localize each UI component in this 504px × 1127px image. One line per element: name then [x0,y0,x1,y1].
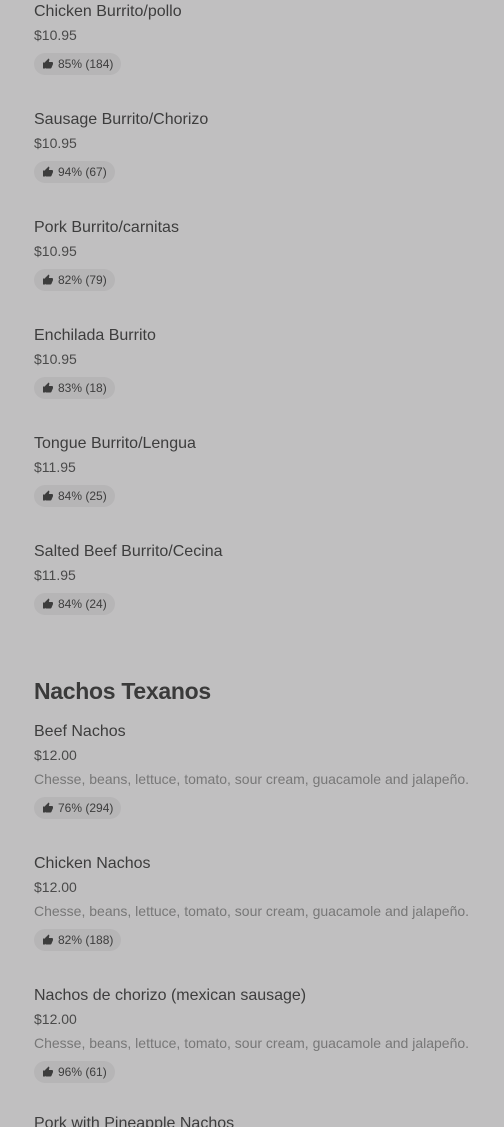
thumbs-up-icon [42,274,54,286]
item-name: Sausage Burrito/Chorizo [34,111,209,128]
item-price: $11.95 [34,459,76,475]
rating-badge: 85% (184) [34,53,122,75]
thumbs-up-icon [42,598,54,610]
rating-badge: 82% (79) [34,269,115,291]
thumbs-up-icon [42,166,54,178]
item-name: Salted Beef Burrito/Cecina [34,543,223,560]
item-description: Chesse, beans, lettuce, tomato, sour cre… [34,903,470,919]
menu-item[interactable]: Enchilada Burrito $10.95 83% (18) [34,326,504,399]
item-name: Nachos de chorizo (mexican sausage) [34,987,307,1004]
item-description: Chesse, beans, lettuce, tomato, sour cre… [34,1035,470,1051]
item-name: Tongue Burrito/Lengua [34,435,196,452]
menu-item[interactable]: Salted Beef Burrito/Cecina $11.95 84% (2… [34,542,504,615]
rating-text: 82% (188) [58,933,114,947]
menu-item[interactable]: Sausage Burrito/Chorizo $10.95 94% (67) [34,110,504,183]
item-price: $12.00 [34,879,77,895]
menu-page: Chicken Burrito/pollo $10.95 85% (184) S… [0,0,504,1127]
thumbs-up-icon [42,58,54,70]
rating-text: 83% (18) [58,381,107,395]
menu-item[interactable]: Nachos de chorizo (mexican sausage) $12.… [34,986,504,1083]
item-price: $12.00 [34,747,77,763]
rating-text: 94% (67) [58,165,107,179]
thumbs-up-icon [42,934,54,946]
menu-item[interactable]: Pork with Pineapple Nachos [34,1114,504,1127]
section-title: Nachos Texanos [34,678,211,704]
menu-item[interactable]: Chicken Burrito/pollo $10.95 85% (184) [34,2,504,75]
item-name: Pork Burrito/carnitas [34,219,179,236]
item-name: Enchilada Burrito [34,327,156,344]
item-price: $12.00 [34,1011,77,1027]
item-description: Chesse, beans, lettuce, tomato, sour cre… [34,771,470,787]
thumbs-up-icon [42,382,54,394]
rating-text: 76% (294) [58,801,114,815]
rating-text: 85% (184) [58,57,114,71]
rating-badge: 84% (25) [34,485,115,507]
rating-text: 84% (25) [58,489,107,503]
rating-badge: 84% (24) [34,593,115,615]
rating-badge: 96% (61) [34,1061,115,1083]
rating-badge: 94% (67) [34,161,115,183]
rating-text: 82% (79) [58,273,107,287]
item-name: Chicken Nachos [34,855,151,872]
item-price: $10.95 [34,351,77,367]
menu-item[interactable]: Tongue Burrito/Lengua $11.95 84% (25) [34,434,504,507]
item-name: Beef Nachos [34,723,126,740]
thumbs-up-icon [42,1066,54,1078]
item-price: $10.95 [34,135,77,151]
rating-badge: 76% (294) [34,797,122,819]
menu-item[interactable]: Chicken Nachos $12.00 Chesse, beans, let… [34,854,504,951]
item-name: Pork with Pineapple Nachos [34,1115,235,1127]
menu-item[interactable]: Pork Burrito/carnitas $10.95 82% (79) [34,218,504,291]
rating-text: 96% (61) [58,1065,107,1079]
item-price: $10.95 [34,27,77,43]
item-price: $10.95 [34,243,77,259]
item-price: $11.95 [34,567,76,583]
thumbs-up-icon [42,802,54,814]
rating-text: 84% (24) [58,597,107,611]
menu-item[interactable]: Beef Nachos $12.00 Chesse, beans, lettuc… [34,722,504,819]
item-name: Chicken Burrito/pollo [34,3,182,20]
rating-badge: 82% (188) [34,929,122,951]
rating-badge: 83% (18) [34,377,115,399]
thumbs-up-icon [42,490,54,502]
